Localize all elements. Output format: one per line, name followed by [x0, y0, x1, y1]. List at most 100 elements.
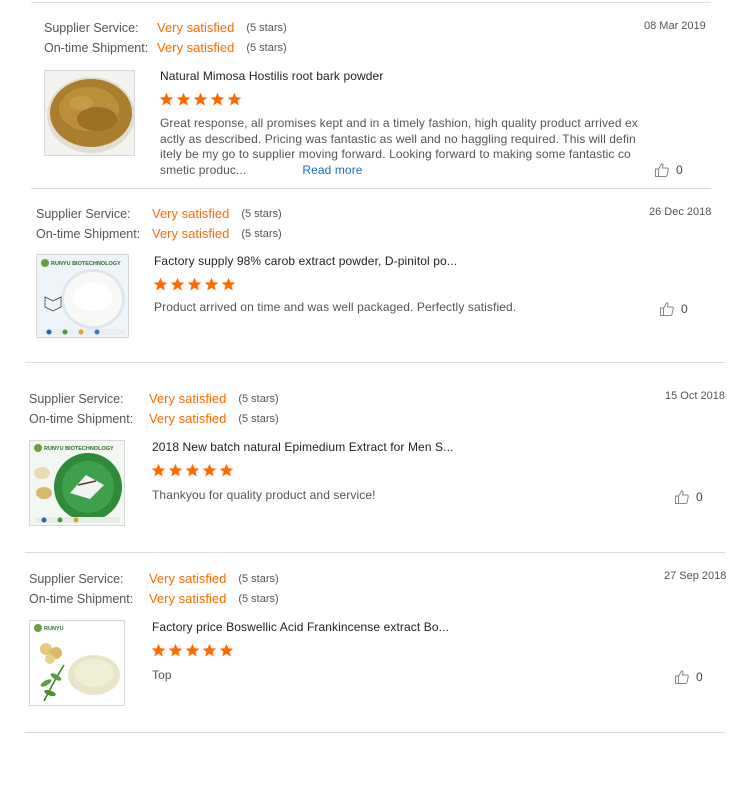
- star-icon: [219, 643, 234, 657]
- star-icon: [185, 643, 200, 657]
- ontime-shipment-value: Very satisfied: [149, 591, 227, 606]
- like-count: 0: [696, 670, 703, 684]
- review-text: Thankyou for quality product and service…: [152, 488, 652, 504]
- supplier-service-stars: (5 stars): [246, 21, 287, 34]
- ontime-shipment-label: On-time Shipment:: [29, 591, 134, 606]
- ontime-shipment-value: Very satisfied: [149, 411, 227, 426]
- review-text: Product arrived on time and was well pac…: [154, 300, 654, 316]
- ontime-shipment-rating: On-time Shipment: Very satisfied (5 star…: [29, 591, 279, 606]
- star-icon: [210, 92, 225, 106]
- star-icon: [153, 277, 168, 291]
- product-thumbnail[interactable]: RUNYU BIOTECHNOLOGY: [29, 440, 125, 526]
- ontime-shipment-label: On-time Shipment:: [29, 411, 134, 426]
- review-text-body: Great response, all promises kept and in…: [160, 116, 638, 177]
- like-count: 0: [676, 163, 683, 177]
- review-stars: [153, 277, 236, 292]
- thumb-brand: RUNYU BIOTECHNOLOGY: [44, 446, 114, 452]
- ontime-shipment-rating: On-time Shipment: Very satisfied (5 star…: [44, 40, 287, 55]
- star-icon: [159, 92, 174, 106]
- thumbs-up-icon: [655, 163, 669, 177]
- supplier-service-rating: Supplier Service: Very satisfied (5 star…: [44, 20, 287, 35]
- ontime-shipment-label: On-time Shipment:: [36, 226, 141, 241]
- ontime-shipment-value: Very satisfied: [152, 226, 230, 241]
- review-text: Great response, all promises kept and in…: [160, 116, 660, 178]
- review-card: [31, 2, 711, 3]
- review-date: 15 Oct 2018: [665, 390, 725, 402]
- star-icon: [185, 463, 200, 477]
- product-thumbnail[interactable]: [44, 70, 135, 156]
- review-text-body: Product arrived on time and was well pac…: [154, 300, 517, 314]
- carob-powder-image: RUNYU BIOTECHNOLOGY: [37, 255, 128, 337]
- thumbs-up-icon: [675, 490, 689, 504]
- review-divider: [31, 188, 711, 189]
- like-count: 0: [681, 302, 688, 316]
- ontime-shipment-value: Very satisfied: [157, 40, 235, 55]
- supplier-service-stars: (5 stars): [241, 207, 282, 220]
- star-icon: [193, 92, 208, 106]
- thumb-brand: RUNYU BIOTECHNOLOGY: [51, 261, 121, 267]
- ontime-shipment-stars: (5 stars): [241, 227, 282, 240]
- review-stars: [159, 92, 242, 107]
- frankincense-extract-image: RUNYU: [30, 621, 124, 705]
- product-thumbnail[interactable]: RUNYU: [29, 620, 125, 706]
- supplier-service-label: Supplier Service:: [36, 206, 131, 221]
- review-date: 26 Dec 2018: [649, 206, 712, 218]
- product-thumbnail[interactable]: RUNYU BIOTECHNOLOGY: [36, 254, 129, 338]
- star-icon: [219, 463, 234, 477]
- thumbs-up-icon: [675, 670, 689, 684]
- product-title[interactable]: 2018 New batch natural Epimedium Extract…: [152, 440, 453, 454]
- star-icon: [176, 92, 191, 106]
- star-icon: [187, 277, 202, 291]
- star-icon: [168, 463, 183, 477]
- supplier-service-label: Supplier Service:: [44, 20, 139, 35]
- supplier-service-value: Very satisfied: [149, 571, 227, 586]
- review-text: Top: [152, 668, 652, 684]
- supplier-service-rating: Supplier Service: Very satisfied (5 star…: [36, 206, 282, 221]
- review-divider: [25, 552, 725, 553]
- review-stars: [151, 643, 234, 658]
- ontime-shipment-rating: On-time Shipment: Very satisfied (5 star…: [29, 411, 279, 426]
- supplier-service-stars: (5 stars): [238, 392, 279, 405]
- supplier-service-rating: Supplier Service: Very satisfied (5 star…: [29, 571, 279, 586]
- thumbs-up-icon: [660, 302, 674, 316]
- ontime-shipment-stars: (5 stars): [246, 41, 287, 54]
- star-icon: [151, 643, 166, 657]
- mimosa-powder-image: [45, 71, 134, 155]
- like-button[interactable]: 0: [654, 162, 683, 178]
- review-date: 08 Mar 2019: [644, 20, 706, 32]
- product-title[interactable]: Natural Mimosa Hostilis root bark powder: [160, 69, 383, 83]
- ontime-shipment-stars: (5 stars): [238, 412, 279, 425]
- like-button[interactable]: 0: [674, 669, 703, 685]
- epimedium-extract-image: RUNYU BIOTECHNOLOGY: [30, 441, 124, 525]
- like-count: 0: [696, 490, 703, 504]
- review-stars: [151, 463, 234, 478]
- like-button[interactable]: 0: [659, 301, 688, 317]
- supplier-service-value: Very satisfied: [149, 391, 227, 406]
- ontime-shipment-rating: On-time Shipment: Very satisfied (5 star…: [36, 226, 282, 241]
- star-icon: [221, 277, 236, 291]
- like-button[interactable]: 0: [674, 489, 703, 505]
- product-title[interactable]: Factory price Boswellic Acid Frankincens…: [152, 620, 449, 634]
- product-title[interactable]: Factory supply 98% carob extract powder,…: [154, 254, 457, 268]
- thumb-brand: RUNYU: [44, 626, 64, 632]
- star-icon: [202, 463, 217, 477]
- review-text-body: Top: [152, 668, 172, 682]
- supplier-service-label: Supplier Service:: [29, 571, 124, 586]
- review-date: 27 Sep 2018: [664, 570, 727, 582]
- supplier-service-value: Very satisfied: [152, 206, 230, 221]
- read-more-link[interactable]: Read more: [302, 163, 362, 177]
- review-divider: [25, 732, 725, 733]
- ontime-shipment-label: On-time Shipment:: [44, 40, 149, 55]
- star-icon: [151, 463, 166, 477]
- supplier-service-value: Very satisfied: [157, 20, 235, 35]
- supplier-service-rating: Supplier Service: Very satisfied (5 star…: [29, 391, 279, 406]
- star-icon: [170, 277, 185, 291]
- supplier-service-label: Supplier Service:: [29, 391, 124, 406]
- ontime-shipment-stars: (5 stars): [238, 592, 279, 605]
- star-icon: [227, 92, 242, 106]
- review-text-body: Thankyou for quality product and service…: [152, 488, 376, 502]
- star-icon: [168, 643, 183, 657]
- star-icon: [204, 277, 219, 291]
- review-divider: [25, 362, 725, 363]
- star-icon: [202, 643, 217, 657]
